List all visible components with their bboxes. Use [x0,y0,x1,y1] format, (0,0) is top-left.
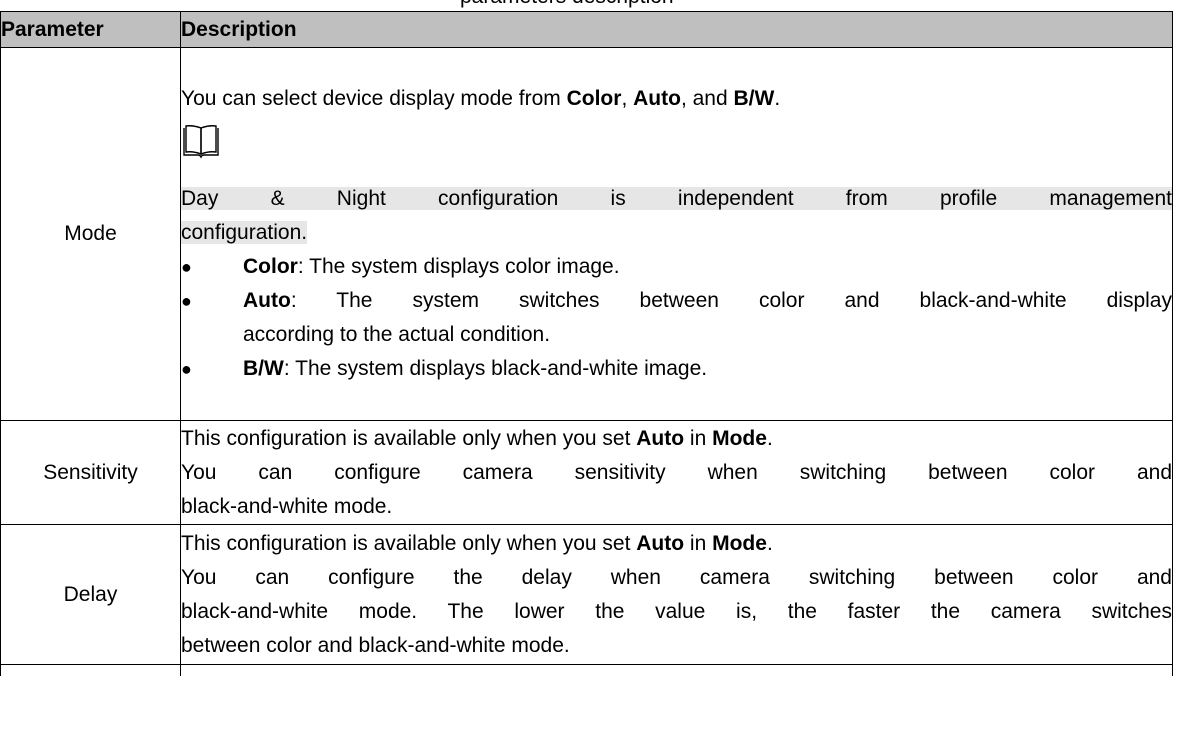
parameter-table: Parameter Description Mode You can selec… [0,11,1173,676]
bullet-dot: ● [181,359,192,379]
delay-desc-3: between color and black-and-white mode. [181,633,570,657]
parameter-mode: Mode [0,47,181,421]
delay-desc-1: You can configure the delay when camera … [181,565,1172,589]
description-sensitivity: This configuration is available only whe… [180,420,1173,525]
sensitivity-availability: This configuration is available only whe… [181,426,773,450]
sensitivity-desc-2: black-and-white mode. [181,494,393,518]
table-header-row: Parameter Description [0,11,1173,48]
header-parameter: Parameter [0,11,181,48]
table-row-delay: Delay This configuration is available on… [0,524,1173,665]
mode-intro: You can select device display mode from … [181,87,781,110]
parameter-delay: Delay [0,524,181,665]
option-auto: Auto [633,87,681,110]
bullet-dot: ● [181,291,192,311]
header-description: Description [180,11,1173,48]
table-row-mode: Mode You can select device display mode … [0,47,1173,421]
sensitivity-desc-1: You can configure camera sensitivity whe… [181,460,1172,484]
delay-availability: This configuration is available only whe… [181,531,773,555]
bullet-dot: ● [181,257,192,277]
note-block: Day & Night configuration is independent… [181,178,1172,250]
note-line-2: configuration. [181,221,308,244]
bullet-auto: ● Auto: The system switches between colo… [181,284,1172,352]
parameter-sensitivity: Sensitivity [0,420,181,525]
note-line-1: Day & Night configuration is independent… [181,187,1172,210]
option-bw: B/W [733,87,775,110]
table-caption: parameters description [460,0,674,8]
note-book-icon [181,116,1172,178]
delay-desc-2: black-and-white mode. The lower the valu… [181,599,1172,623]
table-row-sensitivity: Sensitivity This configuration is availa… [0,420,1173,525]
bullet-color: ● Color: The system displays color image… [181,250,1172,284]
option-color: Color [566,87,622,110]
description-mode: You can select device display mode from … [180,47,1173,421]
table-row-continuation [0,664,1173,676]
bullet-bw: ● B/W: The system displays black-and-whi… [181,352,1172,386]
description-delay: This configuration is available only whe… [180,524,1173,665]
